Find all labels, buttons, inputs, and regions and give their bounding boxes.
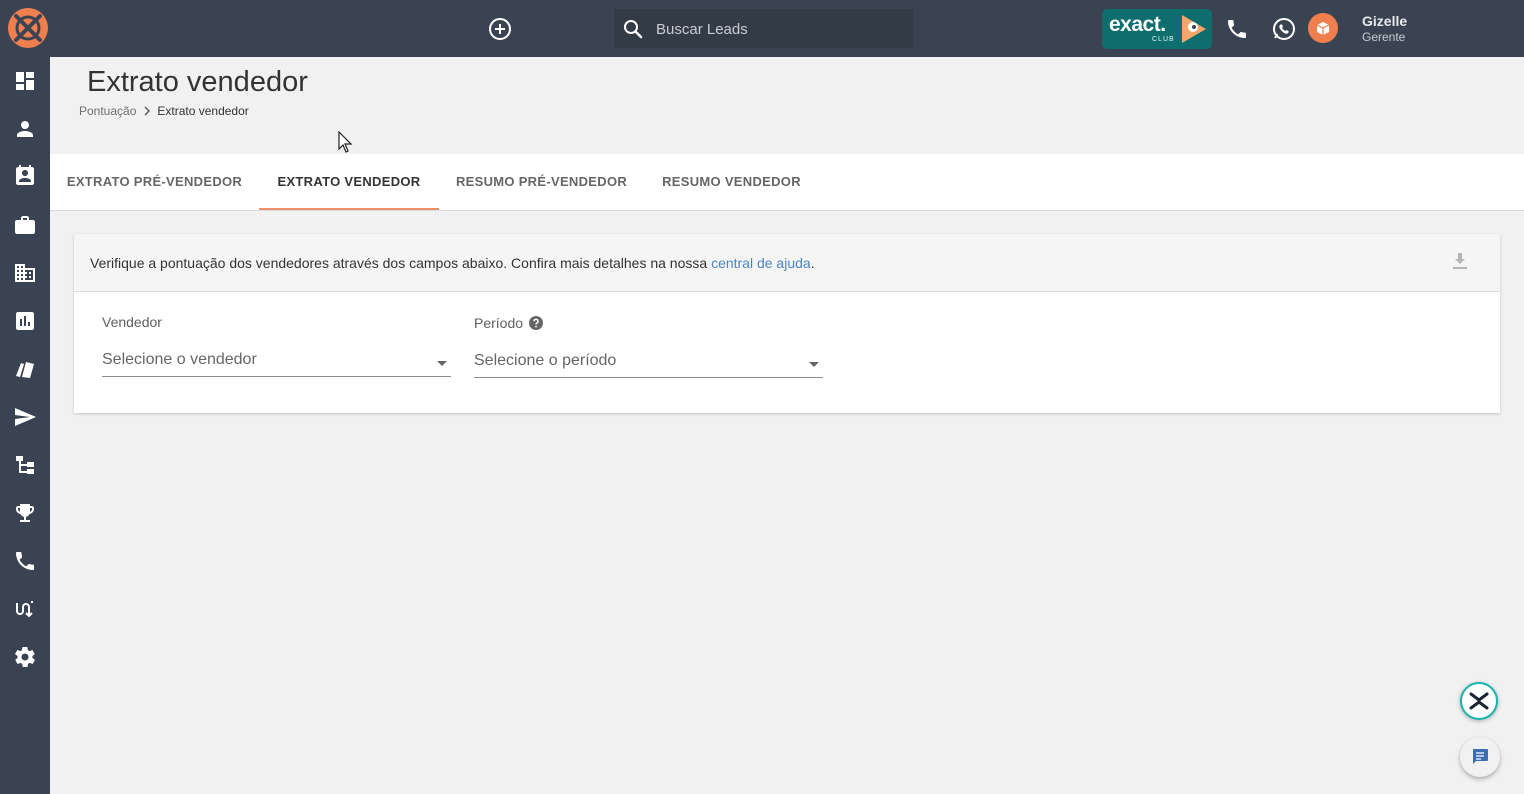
trophy-icon[interactable] — [13, 501, 37, 525]
info-text-body: Verifique a pontuação dos vendedores atr… — [90, 255, 712, 271]
tab-extrato-vendedor[interactable]: EXTRATO VENDEDOR — [259, 154, 439, 210]
exact-widget-button[interactable] — [1460, 682, 1498, 720]
vendedor-select-value: Selecione o vendedor — [102, 351, 257, 368]
briefcase-icon[interactable] — [13, 213, 37, 237]
swap-icon[interactable] — [13, 597, 37, 621]
contact-card-icon[interactable] — [13, 164, 37, 188]
search-box[interactable] — [614, 9, 913, 50]
avatar[interactable] — [1308, 13, 1338, 43]
vendedor-select[interactable]: Selecione o vendedor — [102, 348, 451, 377]
exact-brand-text: exact. — [1109, 13, 1166, 36]
exact-sub-text: CLUB — [1152, 36, 1175, 43]
search-icon — [622, 18, 644, 40]
exact-club-badge[interactable]: exact. CLUB — [1102, 9, 1212, 49]
breadcrumb-current: Extrato vendedor — [157, 104, 249, 118]
chat-button[interactable] — [1460, 737, 1500, 777]
cards-icon[interactable] — [13, 357, 37, 381]
sidebar — [0, 57, 50, 794]
dashboard-icon[interactable] — [13, 69, 37, 93]
info-text-suffix: . — [810, 255, 815, 271]
periodo-select[interactable]: Selecione o período — [474, 349, 823, 378]
help-icon[interactable] — [529, 316, 544, 330]
vendedor-label: Vendedor — [102, 314, 162, 330]
tab-extrato-pre-vendedor[interactable]: EXTRATO PRÉ-VENDEDOR — [50, 154, 259, 210]
caret-down-icon — [809, 356, 819, 367]
gear-icon[interactable] — [13, 645, 37, 669]
hierarchy-icon[interactable] — [13, 453, 37, 477]
chevron-right-icon — [141, 105, 153, 117]
card-header: Verifique a pontuação dos vendedores atr… — [74, 234, 1500, 292]
tab-resumo-vendedor[interactable]: RESUMO VENDEDOR — [644, 154, 819, 210]
page-title: Extrato vendedor — [87, 66, 308, 98]
breadcrumb-link-pontuacao[interactable]: Pontuação — [79, 104, 136, 118]
phone-icon[interactable] — [13, 549, 37, 573]
mouse-cursor-icon — [338, 130, 354, 155]
top-bar: exact. CLUB Gizelle Gerente — [0, 0, 1524, 57]
periodo-select-value: Selecione o período — [474, 352, 617, 369]
breadcrumb: Pontuação Extrato vendedor — [79, 104, 249, 118]
tab-resumo-pre-vendedor[interactable]: RESUMO PRÉ-VENDEDOR — [439, 154, 644, 210]
mascot-icon — [1176, 11, 1212, 47]
user-role: Gerente — [1362, 30, 1406, 44]
search-input[interactable] — [654, 9, 908, 50]
tab-bar: EXTRATO PRÉ-VENDEDOR EXTRATO VENDEDOR RE… — [50, 154, 1524, 211]
filter-card: Verifique a pontuação dos vendedores atr… — [74, 234, 1500, 413]
whatsapp-icon[interactable] — [1270, 15, 1298, 43]
person-icon[interactable] — [13, 117, 37, 141]
periodo-label: Período — [474, 315, 544, 331]
info-text: Verifique a pontuação dos vendedores atr… — [90, 255, 815, 271]
user-name[interactable]: Gizelle — [1362, 13, 1407, 29]
caret-down-icon — [437, 355, 447, 366]
help-center-link[interactable]: central de ajuda — [711, 255, 811, 271]
app-logo-icon[interactable] — [7, 7, 49, 49]
send-icon[interactable] — [13, 405, 37, 429]
periodo-label-text: Período — [474, 315, 524, 331]
building-icon[interactable] — [13, 261, 37, 285]
download-icon[interactable] — [1450, 251, 1470, 271]
add-circle-icon[interactable] — [487, 16, 513, 42]
phone-icon[interactable] — [1225, 17, 1249, 41]
bar-chart-icon[interactable] — [13, 309, 37, 333]
